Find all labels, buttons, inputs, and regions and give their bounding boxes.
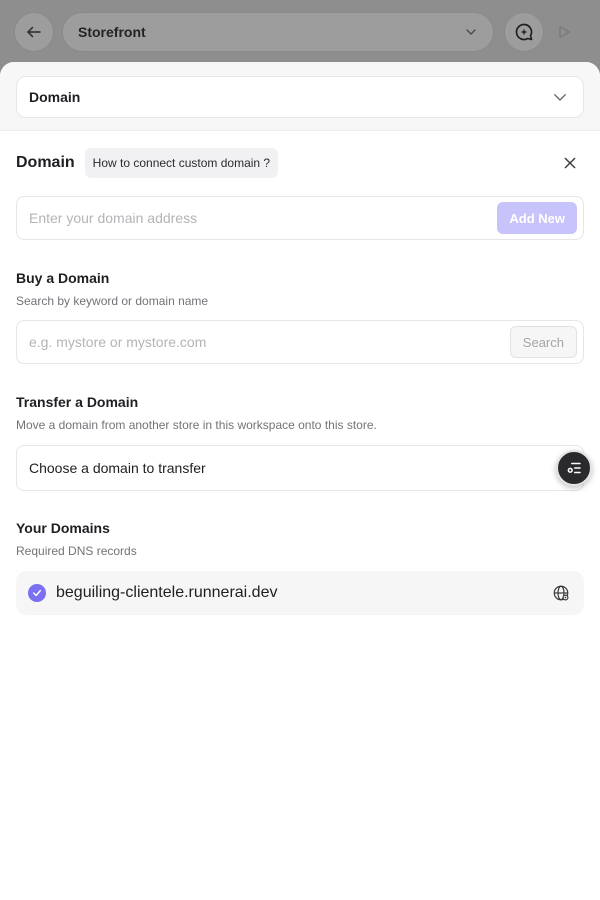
domain-address-input[interactable] xyxy=(29,210,498,226)
buy-domain-search-field: Search xyxy=(16,320,584,364)
help-link[interactable]: How to connect custom domain ? xyxy=(84,148,279,178)
app-topbar: Storefront xyxy=(0,0,600,64)
your-domains-section: Your Domains Required DNS records beguil… xyxy=(16,520,584,615)
dns-records-subtitle: Required DNS records xyxy=(16,544,137,558)
transfer-domain-subtitle: Move a domain from another store in this… xyxy=(16,418,377,432)
verified-check-icon xyxy=(28,584,46,602)
globe-settings-icon[interactable] xyxy=(550,582,572,604)
transfer-domain-section: Transfer a Domain Move a domain from ano… xyxy=(16,394,584,491)
buy-domain-section: Buy a Domain Search by keyword or domain… xyxy=(16,270,584,364)
chevron-down-icon xyxy=(554,94,566,101)
domain-sheet: Domain Domain How to connect custom doma… xyxy=(0,62,600,900)
back-button[interactable] xyxy=(14,12,54,52)
sheet-header: Domain xyxy=(0,62,600,131)
buy-domain-search-input[interactable] xyxy=(29,334,510,350)
section-selector-label: Domain xyxy=(29,89,81,105)
arrow-left-icon xyxy=(27,26,41,38)
list-settings-icon xyxy=(567,462,581,474)
close-icon xyxy=(564,157,576,169)
chat-sparkle-icon xyxy=(515,23,533,41)
domain-name: beguiling-clientele.runnerai.dev xyxy=(56,584,278,601)
store-name: Storefront xyxy=(78,24,146,40)
domain-list-item[interactable]: beguiling-clientele.runnerai.dev xyxy=(16,571,584,615)
buy-domain-title: Buy a Domain xyxy=(16,270,110,286)
section-selector[interactable]: Domain xyxy=(16,76,584,118)
your-domains-title: Your Domains xyxy=(16,520,110,536)
domain-title-row: Domain How to connect custom domain ? xyxy=(16,131,584,195)
chevron-down-icon xyxy=(466,29,476,35)
transfer-domain-title: Transfer a Domain xyxy=(16,394,139,410)
search-button[interactable]: Search xyxy=(509,326,577,358)
add-new-button[interactable]: Add New xyxy=(497,202,577,234)
transfer-domain-select-label: Choose a domain to transfer xyxy=(29,460,206,476)
sheet-content: Domain How to connect custom domain ? Ad… xyxy=(0,131,600,615)
buy-domain-subtitle: Search by keyword or domain name xyxy=(16,294,209,308)
close-button[interactable] xyxy=(558,151,582,175)
floating-menu-button[interactable] xyxy=(556,450,592,486)
transfer-domain-select[interactable]: Choose a domain to transfer xyxy=(16,445,584,491)
chat-button[interactable] xyxy=(504,12,544,52)
store-selector[interactable]: Storefront xyxy=(62,12,494,52)
play-button[interactable] xyxy=(544,12,584,52)
play-icon xyxy=(559,26,570,38)
add-domain-field: Add New xyxy=(16,196,584,240)
page-title: Domain xyxy=(16,154,75,171)
